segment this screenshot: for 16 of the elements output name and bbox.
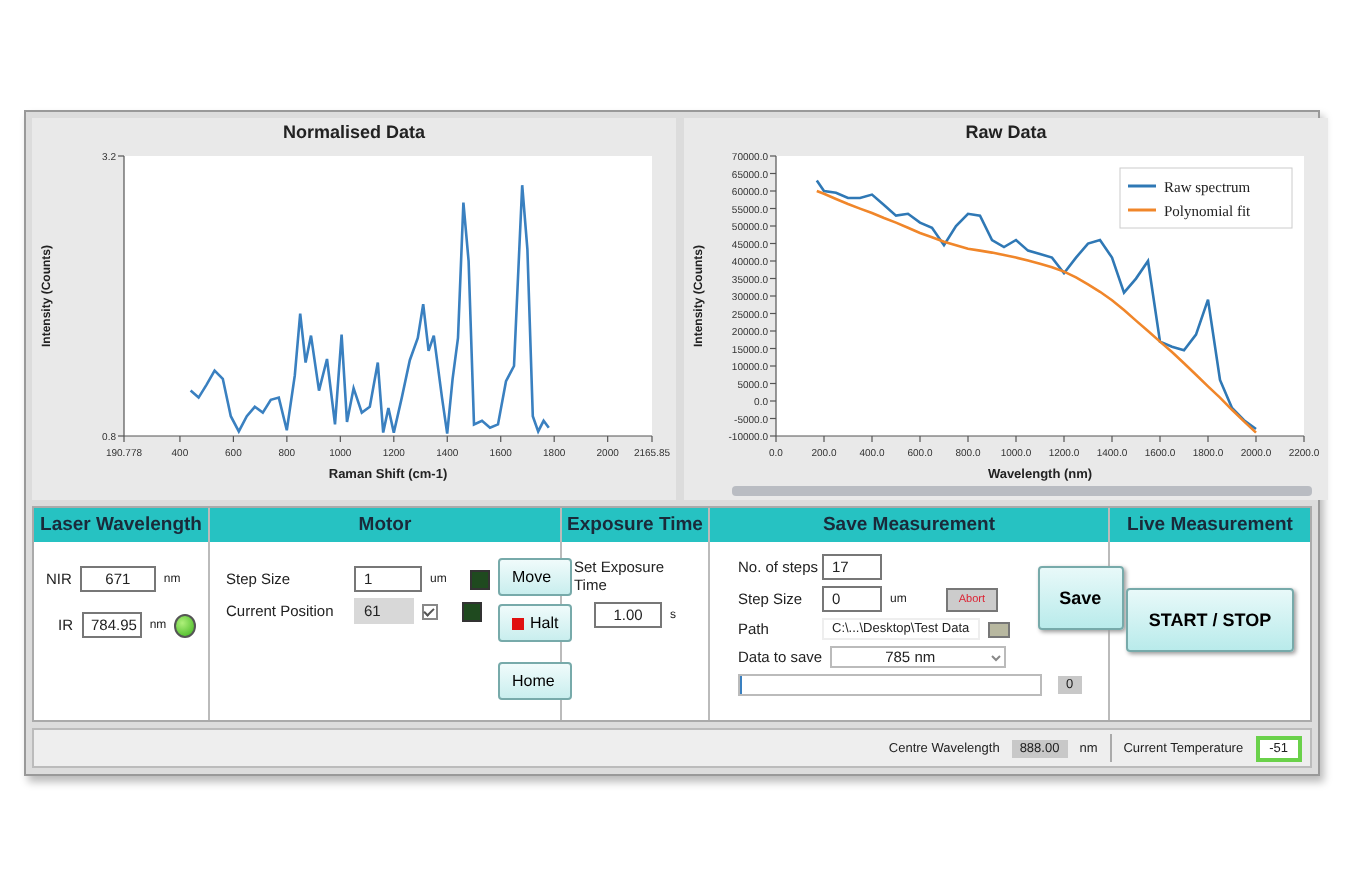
stop-icon [512,617,524,629]
section-header: Exposure Time [562,508,708,542]
section-header: Save Measurement [710,508,1108,542]
chart-title: Raw Data [965,120,1047,144]
scrollbar[interactable] [732,486,1312,496]
section-header: Motor [210,508,560,542]
move-button[interactable]: Move [498,558,573,596]
checkbox[interactable] [422,603,438,619]
section-header: Live Measurement [1110,508,1310,542]
save-button[interactable]: Save [1037,565,1124,629]
start-stop-button[interactable]: START / STOP [1126,587,1294,651]
home-button[interactable]: Home [498,662,573,700]
chart-title: Normalised Data [282,120,426,144]
caret-icon [988,649,1005,665]
halt-button[interactable]: Halt [498,604,573,642]
section-header: Laser Wavelength [34,508,208,542]
